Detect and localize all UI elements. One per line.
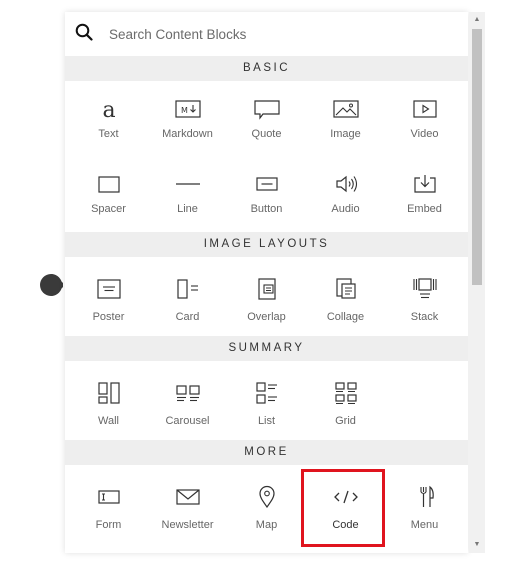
line-icon (174, 171, 202, 197)
image-icon (332, 96, 360, 122)
section-header-image-layouts: IMAGE LAYOUTS (65, 232, 468, 257)
code-highlight-box (301, 469, 385, 547)
scroll-thumb[interactable] (472, 29, 482, 285)
block-label: Overlap (247, 311, 286, 323)
block-label: Audio (331, 203, 360, 215)
block-label: Button (250, 203, 283, 215)
block-list[interactable]: List (227, 361, 306, 440)
section-header-more: MORE (65, 440, 468, 465)
more-grid: Form Newsletter Map Code Menu (65, 465, 468, 544)
block-spacer[interactable]: Spacer (69, 158, 148, 229)
image-layouts-grid: Poster Card Overlap Collage Stack (65, 257, 468, 336)
map-icon (253, 484, 281, 510)
stack-icon (411, 276, 439, 302)
list-icon (253, 380, 281, 406)
block-label: Form (95, 519, 122, 531)
quote-icon (253, 96, 281, 122)
content-blocks-panel: BASIC a Text M Markdown Quote Image Vide… (65, 12, 468, 553)
button-icon (253, 171, 281, 197)
block-label: Quote (251, 128, 282, 140)
block-label: Newsletter (161, 519, 214, 531)
block-label: Carousel (165, 415, 210, 427)
overlap-icon (253, 276, 281, 302)
search-icon (75, 23, 93, 46)
block-text[interactable]: a Text (69, 82, 148, 158)
grid-icon (332, 380, 360, 406)
block-button[interactable]: Button (227, 158, 306, 229)
block-label: Poster (92, 311, 125, 323)
block-collage[interactable]: Collage (306, 257, 385, 336)
block-menu[interactable]: Menu (385, 465, 464, 544)
block-overlap[interactable]: Overlap (227, 257, 306, 336)
embed-icon (411, 171, 439, 197)
block-carousel[interactable]: Carousel (148, 361, 227, 440)
block-label: Line (177, 203, 198, 215)
summary-grid: Wall Carousel List Grid (65, 361, 468, 440)
search-bar (65, 12, 468, 56)
wall-icon (95, 380, 123, 406)
video-icon (411, 96, 439, 122)
audio-icon (332, 171, 360, 197)
block-newsletter[interactable]: Newsletter (148, 465, 227, 544)
basic-grid: a Text M Markdown Quote Image Video Spac… (65, 81, 468, 229)
text-icon: a (95, 96, 123, 123)
block-label: List (257, 415, 276, 427)
block-label: Stack (410, 311, 439, 323)
block-label: Text (98, 128, 119, 140)
block-label: Spacer (91, 203, 126, 215)
block-embed[interactable]: Embed (385, 158, 464, 229)
block-form[interactable]: Form (69, 465, 148, 544)
block-quote[interactable]: Quote (227, 82, 306, 158)
block-poster[interactable]: Poster (69, 257, 148, 336)
section-header-summary: SUMMARY (65, 336, 468, 361)
svg-text:M: M (181, 106, 188, 115)
section-header-basic: BASIC (65, 56, 468, 81)
newsletter-icon (174, 484, 202, 510)
block-label: Markdown (162, 128, 213, 140)
block-label: Menu (410, 519, 439, 531)
block-label: Map (255, 519, 278, 531)
block-grid[interactable]: Grid (306, 361, 385, 440)
carousel-icon (174, 380, 202, 406)
scroll-down-icon[interactable]: ▼ (472, 540, 482, 550)
block-label: Embed (407, 203, 442, 215)
form-icon (95, 484, 123, 510)
block-line[interactable]: Line (148, 158, 227, 229)
block-image[interactable]: Image (306, 82, 385, 158)
scroll-up-icon[interactable]: ▲ (472, 15, 482, 25)
drag-handle[interactable] (39, 273, 65, 297)
block-label: Grid (335, 415, 356, 427)
scrollbar[interactable]: ▲ ▼ (469, 12, 485, 553)
block-stack[interactable]: Stack (385, 257, 464, 336)
block-label: Image (330, 128, 361, 140)
block-label: Wall (98, 415, 119, 427)
block-card[interactable]: Card (148, 257, 227, 336)
block-label: Card (175, 311, 200, 323)
svg-text:a: a (102, 98, 115, 123)
markdown-icon: M (174, 96, 202, 122)
card-icon (174, 276, 202, 302)
block-wall[interactable]: Wall (69, 361, 148, 440)
block-markdown[interactable]: M Markdown (148, 82, 227, 158)
block-audio[interactable]: Audio (306, 158, 385, 229)
block-map[interactable]: Map (227, 465, 306, 544)
collage-icon (332, 276, 360, 302)
block-video[interactable]: Video (385, 82, 464, 158)
menu-icon (411, 484, 439, 510)
block-label: Video (410, 128, 439, 140)
poster-icon (95, 276, 123, 302)
block-label: Collage (326, 311, 365, 323)
spacer-icon (95, 171, 123, 197)
search-input[interactable] (107, 25, 411, 43)
